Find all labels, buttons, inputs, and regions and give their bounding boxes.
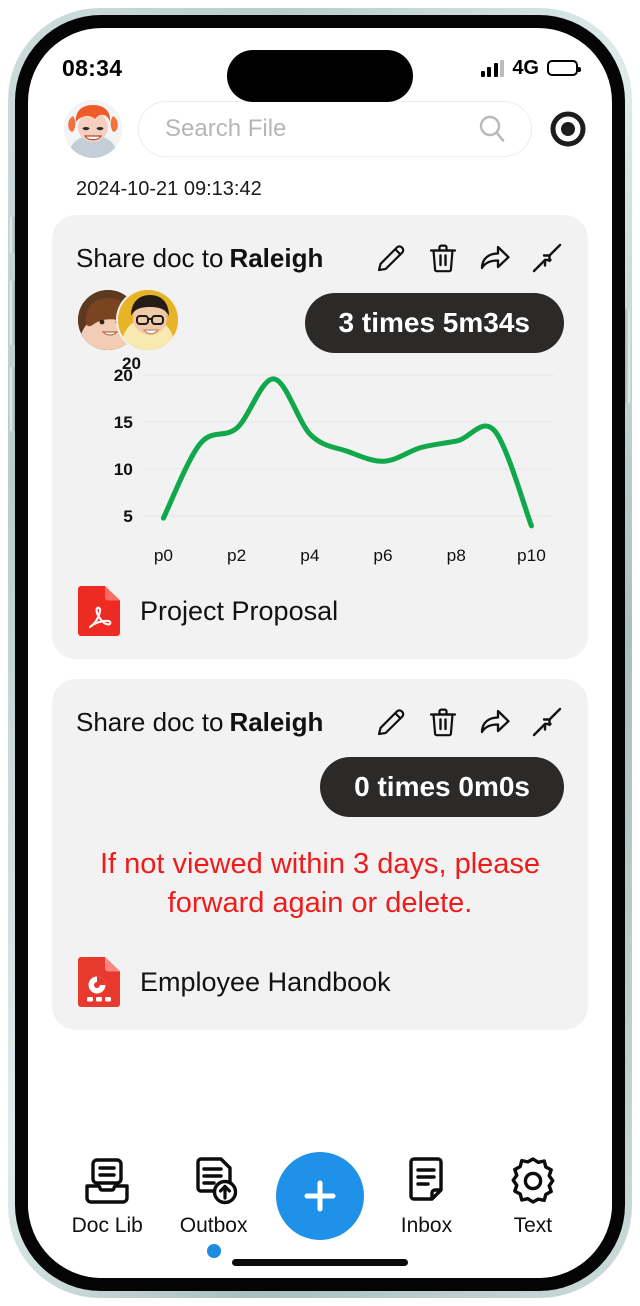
card-title: Share doc to Raleigh bbox=[76, 707, 323, 738]
phone-screen: 08:34 4G Search File 2024-10-21 09:13:42… bbox=[28, 28, 612, 1278]
network-type-label: 4G bbox=[512, 56, 539, 79]
avatar-illustration bbox=[64, 100, 122, 158]
file-name: Employee Handbook bbox=[140, 966, 391, 997]
dynamic-island bbox=[227, 50, 413, 102]
file-name: Project Proposal bbox=[140, 595, 339, 626]
record-icon[interactable] bbox=[548, 109, 588, 149]
card-recipient: Raleigh bbox=[229, 706, 324, 737]
card-title-prefix: Share doc to bbox=[76, 706, 224, 737]
nav-item-outbox[interactable]: Outbox bbox=[160, 1156, 266, 1258]
app-header bbox=[28, 94, 612, 172]
file-row[interactable]: Employee Handbook bbox=[76, 956, 564, 1008]
x-tick-p0: p0 bbox=[154, 545, 173, 565]
expiry-warning: If not viewed within 3 days, please forw… bbox=[99, 848, 541, 919]
edit-icon[interactable] bbox=[374, 705, 408, 739]
file-row[interactable]: Project Proposal bbox=[76, 585, 564, 637]
card-title: Share doc to Raleigh bbox=[76, 243, 323, 274]
search-bar[interactable] bbox=[138, 101, 532, 157]
phone-frame: 08:34 4G Search File 2024-10-21 09:13:42… bbox=[8, 8, 632, 1298]
signal-strength-icon bbox=[480, 59, 505, 77]
nav-item-text[interactable]: Text bbox=[480, 1156, 586, 1238]
card-recipient: Raleigh bbox=[229, 242, 324, 273]
share-card[interactable]: Share doc to Raleigh bbox=[52, 679, 588, 1031]
doc-library-icon bbox=[85, 1158, 129, 1204]
nav-label-doc-lib: Doc Lib bbox=[71, 1214, 143, 1237]
card-title-prefix: Share doc to bbox=[76, 242, 224, 273]
timestamp: 2024-10-21 09:13:42 bbox=[76, 178, 262, 200]
status-bar: 08:34 4G bbox=[28, 28, 612, 102]
y-tick-15: 15 bbox=[114, 412, 134, 432]
volume-down-button[interactable] bbox=[10, 366, 15, 432]
chart-x-tick-labels: p0 p2 p4 p6 p8 p10 bbox=[154, 545, 546, 565]
search-input[interactable] bbox=[165, 115, 475, 143]
ppt-file-icon bbox=[78, 957, 120, 1008]
add-button[interactable] bbox=[276, 1152, 365, 1240]
nav-label-inbox: Inbox bbox=[400, 1214, 453, 1237]
card-header: Share doc to Raleigh bbox=[76, 241, 564, 275]
view-stat-pill: 3 times 5m34s bbox=[304, 293, 564, 353]
search-icon[interactable] bbox=[475, 112, 509, 146]
gear-icon bbox=[511, 1157, 555, 1204]
status-indicators: 4G bbox=[480, 56, 581, 80]
view-duration-chart: 20 15 10 5 p0 p2 p4 p6 p8 p10 bbox=[76, 353, 564, 571]
nav-item-doc-lib[interactable]: Doc Lib bbox=[54, 1156, 160, 1238]
collapse-icon[interactable] bbox=[530, 241, 564, 275]
chart-gridlines bbox=[143, 374, 554, 517]
power-button[interactable] bbox=[625, 308, 630, 404]
add-icon bbox=[304, 1180, 336, 1212]
edit-icon[interactable] bbox=[374, 241, 408, 275]
volume-up-button[interactable] bbox=[10, 280, 15, 346]
viewer-avatar-2-image bbox=[118, 290, 178, 350]
home-indicator[interactable] bbox=[232, 1259, 408, 1266]
nav-label-outbox: Outbox bbox=[179, 1214, 248, 1237]
y-tick-5: 5 bbox=[123, 506, 133, 526]
bottom-navigation: Doc Lib Outbox Inbox Text bbox=[28, 1142, 612, 1278]
outbox-icon bbox=[195, 1157, 237, 1205]
status-time: 08:34 bbox=[62, 54, 123, 81]
y-tick-20: 20 bbox=[114, 365, 133, 385]
x-tick-p10: p10 bbox=[517, 545, 546, 565]
chart-y-tick-labels: 20 15 10 5 bbox=[114, 365, 134, 526]
x-tick-p4: p4 bbox=[300, 545, 320, 565]
y-tick-10: 10 bbox=[114, 459, 133, 479]
collapse-icon[interactable] bbox=[530, 705, 564, 739]
content-scroll-area[interactable]: 2024-10-21 09:13:42 Share doc toRaleigh bbox=[28, 172, 612, 1112]
chart-line bbox=[160, 376, 535, 529]
forward-icon[interactable] bbox=[478, 241, 512, 275]
pdf-file-icon bbox=[78, 586, 120, 636]
x-tick-p2: p2 bbox=[227, 545, 246, 565]
avatar[interactable] bbox=[64, 100, 122, 158]
delete-icon[interactable] bbox=[426, 241, 460, 275]
silent-switch[interactable] bbox=[10, 216, 15, 254]
card-stats-row: 0 times 0m0s bbox=[76, 751, 564, 823]
x-tick-p8: p8 bbox=[447, 545, 466, 565]
nav-item-inbox[interactable]: Inbox bbox=[373, 1156, 479, 1238]
nav-item-add[interactable] bbox=[267, 1152, 373, 1240]
record-button[interactable] bbox=[548, 109, 588, 149]
nav-label-text: Text bbox=[513, 1214, 553, 1237]
x-tick-p6: p6 bbox=[373, 545, 392, 565]
share-card[interactable]: Share doc to Raleigh bbox=[52, 215, 588, 659]
card-actions bbox=[374, 705, 564, 739]
phone-bezel: 08:34 4G Search File 2024-10-21 09:13:42… bbox=[10, 15, 630, 1291]
card-header: Share doc to Raleigh bbox=[76, 705, 564, 739]
forward-icon[interactable] bbox=[478, 705, 512, 739]
inbox-icon bbox=[409, 1157, 444, 1201]
chart-svg: 20 15 10 5 p0 p2 p4 p6 p8 p10 bbox=[114, 365, 554, 565]
viewer-avatar-2 bbox=[116, 288, 180, 352]
battery-icon bbox=[547, 60, 581, 76]
card-actions bbox=[374, 241, 564, 275]
active-tab-indicator bbox=[206, 1244, 221, 1258]
viewer-avatars[interactable]: 20 bbox=[76, 288, 180, 373]
view-stat-pill: 0 times 0m0s bbox=[320, 757, 564, 817]
delete-icon[interactable] bbox=[426, 705, 460, 739]
card-stats-row: 20 3 times 5m34s bbox=[76, 287, 564, 373]
